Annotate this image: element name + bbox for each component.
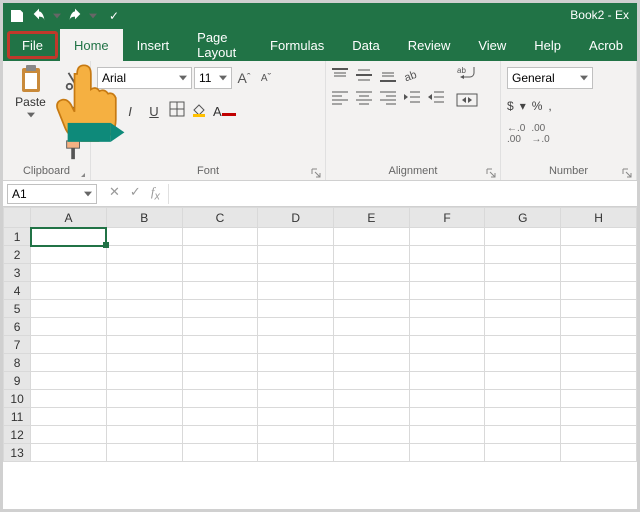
fill-color-button[interactable]	[191, 101, 207, 122]
align-top-icon[interactable]	[330, 67, 350, 83]
row-header[interactable]: 12	[4, 426, 31, 444]
enter-icon[interactable]: ✓	[130, 184, 141, 203]
decrease-indent-icon[interactable]	[402, 89, 422, 105]
col-header[interactable]: F	[409, 208, 485, 228]
chevron-down-icon	[84, 190, 92, 198]
tab-insert[interactable]: Insert	[123, 29, 184, 61]
font-size-combo[interactable]: 11	[194, 67, 232, 89]
chevron-down-icon	[179, 74, 187, 82]
tab-home[interactable]: Home	[60, 29, 123, 61]
row-header[interactable]: 6	[4, 318, 31, 336]
cell-A1[interactable]	[31, 228, 107, 246]
dialog-launcher-icon[interactable]	[622, 165, 632, 175]
dialog-launcher-icon[interactable]	[486, 165, 496, 175]
align-middle-icon[interactable]	[354, 67, 374, 83]
tab-review[interactable]: Review	[394, 29, 465, 61]
wrap-text-icon[interactable]: ab	[456, 65, 478, 83]
chevron-down-icon	[580, 74, 588, 82]
currency-button[interactable]: $	[507, 99, 514, 113]
underline-button[interactable]: U	[145, 104, 163, 119]
align-right-icon[interactable]	[378, 89, 398, 105]
row-header[interactable]: 5	[4, 300, 31, 318]
formula-input[interactable]	[168, 184, 637, 204]
row-header[interactable]: 11	[4, 408, 31, 426]
merge-center-icon[interactable]	[456, 91, 478, 109]
row-header[interactable]: 9	[4, 372, 31, 390]
pointing-hand-cursor-icon	[47, 61, 133, 152]
row-header[interactable]: 1	[4, 228, 31, 246]
document-title: Book2 - Ex	[570, 8, 629, 22]
percent-button[interactable]: %	[532, 99, 543, 113]
increase-decimal-button[interactable]: ←.0.00	[507, 123, 525, 145]
chevron-down-icon[interactable]	[27, 111, 35, 119]
chevron-down-icon[interactable]	[53, 12, 61, 20]
tab-help[interactable]: Help	[520, 29, 575, 61]
dialog-launcher-icon[interactable]	[76, 165, 86, 175]
align-bottom-icon[interactable]	[378, 67, 398, 83]
chevron-down-icon	[219, 74, 227, 82]
comma-button[interactable]: ,	[548, 99, 551, 113]
col-header[interactable]: D	[258, 208, 334, 228]
col-header[interactable]: C	[182, 208, 258, 228]
select-all-corner[interactable]	[4, 208, 31, 228]
undo-icon[interactable]	[31, 8, 47, 24]
redo-icon[interactable]	[67, 8, 83, 24]
tab-page-layout[interactable]: Page Layout	[183, 29, 256, 61]
row-header[interactable]: 13	[4, 444, 31, 462]
fx-icon[interactable]: fx	[151, 184, 160, 203]
ribbon-tabs: File Home Insert Page Layout Formulas Da…	[3, 29, 637, 61]
col-header[interactable]: G	[485, 208, 561, 228]
name-box[interactable]: A1	[7, 184, 97, 204]
col-header[interactable]: B	[106, 208, 182, 228]
save-icon[interactable]	[9, 8, 25, 24]
clipboard-icon	[19, 65, 43, 93]
svg-text:ab: ab	[457, 66, 466, 75]
align-left-icon[interactable]	[330, 89, 350, 105]
quick-access-toolbar: ✓	[3, 8, 125, 24]
dialog-launcher-icon[interactable]	[311, 165, 321, 175]
spreadsheet-grid[interactable]: A B C D E F G H 1 2 3 4 5 6 7 8 9 10 11 …	[3, 207, 637, 462]
title-bar: ✓ Book2 - Ex	[3, 3, 637, 29]
tab-file[interactable]: File	[7, 31, 58, 59]
tab-view[interactable]: View	[464, 29, 520, 61]
row-header[interactable]: 10	[4, 390, 31, 408]
group-label-alignment: Alignment	[326, 165, 500, 180]
row-header[interactable]: 8	[4, 354, 31, 372]
tab-formulas[interactable]: Formulas	[256, 29, 338, 61]
tab-acrobat[interactable]: Acrob	[575, 29, 637, 61]
col-header[interactable]: A	[31, 208, 107, 228]
col-header[interactable]: H	[561, 208, 637, 228]
border-button[interactable]	[169, 101, 185, 122]
row-header[interactable]: 2	[4, 246, 31, 264]
decrease-decimal-button[interactable]: .00→.0	[531, 123, 549, 145]
formula-bar: A1 ✕ ✓ fx	[3, 181, 637, 207]
group-alignment: ab ab Alignment	[326, 61, 501, 180]
group-number: General $▾ % , ←.0.00 .00→.0 Number	[501, 61, 637, 180]
chevron-down-icon[interactable]	[89, 12, 97, 20]
number-format-combo[interactable]: General	[507, 67, 593, 89]
increase-indent-icon[interactable]	[426, 89, 446, 105]
row-header[interactable]: 3	[4, 264, 31, 282]
font-color-button[interactable]: A	[213, 102, 236, 121]
svg-text:ab: ab	[403, 69, 419, 83]
col-header[interactable]: E	[334, 208, 410, 228]
increase-font-button[interactable]: Aˆ	[234, 68, 254, 88]
cancel-icon[interactable]: ✕	[109, 184, 120, 203]
align-center-icon[interactable]	[354, 89, 374, 105]
group-label-font: Font	[91, 165, 325, 180]
orientation-icon[interactable]: ab	[402, 67, 422, 83]
decrease-font-button[interactable]: Aˇ	[256, 68, 276, 88]
tab-data[interactable]: Data	[338, 29, 393, 61]
group-label-number: Number	[501, 165, 636, 180]
row-header[interactable]: 4	[4, 282, 31, 300]
row-header[interactable]: 7	[4, 336, 31, 354]
